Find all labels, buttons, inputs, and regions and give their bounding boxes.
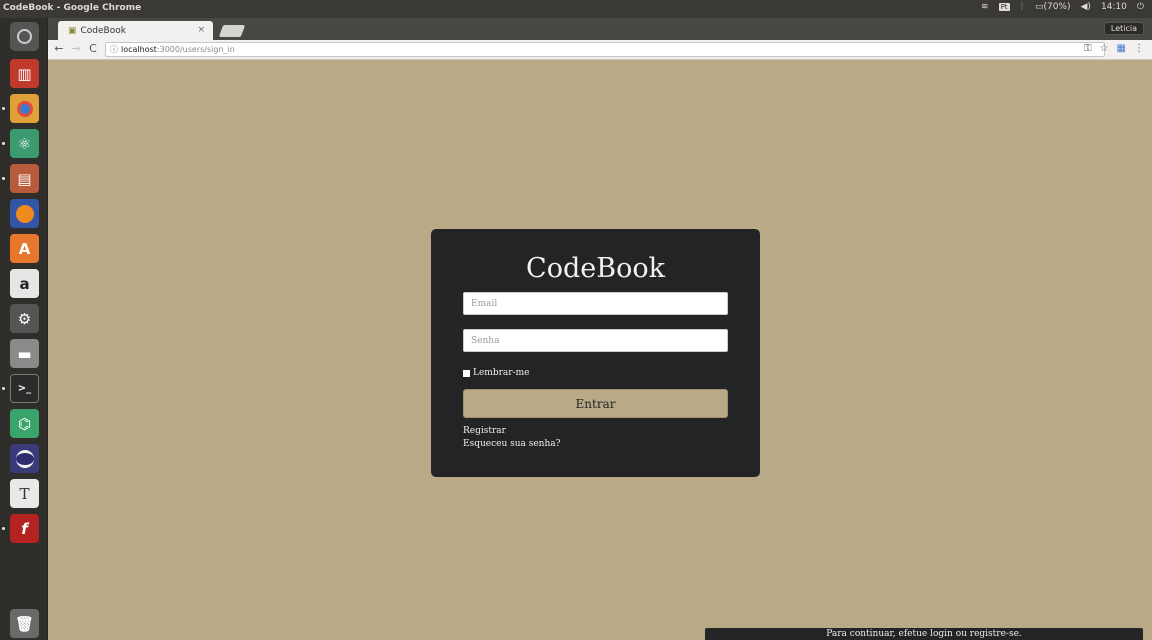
running-indicator [2, 142, 5, 145]
tab-close-icon[interactable]: × [197, 25, 205, 35]
menu-icon[interactable]: ⋮ [1134, 43, 1144, 54]
login-card: CodeBook Lembrar-me Entrar Registrar Esq… [431, 229, 760, 477]
profile-button[interactable]: Leticia [1103, 22, 1144, 35]
wifi-icon[interactable]: ≋ [981, 2, 989, 12]
star-icon[interactable]: ☆ [1100, 43, 1109, 54]
volume-icon[interactable]: ◀) [1081, 2, 1091, 12]
battery-percent: (70%) [1043, 2, 1071, 12]
toolbar-icons: ⚿ ☆ ▦ ⋮ [1084, 43, 1144, 54]
flash-message: Para continuar, efetue login ou registre… [705, 628, 1143, 640]
translate-icon[interactable]: ▦ [1117, 43, 1126, 54]
brand-title: CodeBook [526, 253, 665, 284]
running-indicator [2, 387, 5, 390]
url-host: localhost [121, 45, 157, 54]
drive-icon[interactable]: ▬ [10, 339, 39, 368]
files-icon[interactable]: ▤ [10, 164, 39, 193]
key-icon[interactable]: ⚿ [1084, 43, 1092, 54]
launcher: ▥ ⚛ ▤ A a ⚙ ▬ >_ ⌬ T f 🗑 [0, 18, 48, 640]
top-panel: CodeBook - Google Chrome ≋ Pt ᛒ ▭(70%) ◀… [0, 0, 1152, 18]
running-indicator [2, 107, 5, 110]
chrome-icon[interactable] [10, 94, 39, 123]
flash-icon[interactable]: f [10, 514, 39, 543]
tab-title: CodeBook [80, 25, 126, 36]
forward-arrow-icon[interactable]: → [69, 42, 83, 55]
register-link[interactable]: Registrar [463, 426, 506, 436]
popcorn-icon[interactable]: ▥ [10, 59, 39, 88]
bluetooth-icon[interactable]: ᛒ [1020, 2, 1025, 12]
ubuntu-logo-icon[interactable] [10, 22, 39, 51]
login-button[interactable]: Entrar [463, 389, 728, 418]
window-title: CodeBook - Google Chrome [3, 3, 142, 13]
password-field[interactable] [463, 329, 728, 352]
remember-me[interactable]: Lembrar-me [463, 368, 529, 378]
forgot-password-link[interactable]: Esqueceu sua senha? [463, 439, 560, 449]
settings-icon[interactable]: ⚙ [10, 304, 39, 333]
eclipse-icon[interactable] [10, 444, 39, 473]
battery-indicator[interactable]: ▭(70%) [1035, 2, 1071, 12]
browser-toolbar: ← → C ⓘ localhost:3000/users/sign_in ⚿ ☆… [48, 40, 1152, 60]
text-editor-icon[interactable]: T [10, 479, 39, 508]
remember-checkbox[interactable] [463, 369, 470, 377]
back-arrow-icon[interactable]: ← [52, 42, 66, 55]
running-indicator [2, 177, 5, 180]
tab-strip: ▣ CodeBook × Leticia [48, 18, 1152, 40]
page-content: CodeBook Lembrar-me Entrar Registrar Esq… [48, 60, 1152, 640]
tab-codebook[interactable]: ▣ CodeBook × [58, 21, 213, 40]
new-tab-button[interactable] [218, 25, 246, 37]
indicator-area: ≋ Pt ᛒ ▭(70%) ◀) 14:10 ⏻ [981, 2, 1144, 12]
terminal-icon[interactable]: >_ [10, 374, 39, 403]
clock[interactable]: 14:10 [1101, 2, 1127, 12]
firefox-icon[interactable] [10, 199, 39, 228]
email-field[interactable] [463, 292, 728, 315]
trash-icon[interactable]: 🗑 [10, 609, 39, 638]
url-path: :3000/users/sign_in [156, 45, 235, 54]
page-favicon-icon: ▣ [68, 25, 77, 36]
amazon-icon[interactable]: a [10, 269, 39, 298]
remember-label: Lembrar-me [473, 368, 530, 378]
keyboard-indicator[interactable]: Pt [998, 3, 1010, 11]
atom-icon[interactable]: ⚛ [10, 129, 39, 158]
address-bar[interactable]: ⓘ localhost:3000/users/sign_in [105, 42, 1105, 57]
android-studio-icon[interactable]: ⌬ [10, 409, 39, 438]
power-icon[interactable]: ⏻ [1137, 2, 1144, 12]
software-center-icon[interactable]: A [10, 234, 39, 263]
running-indicator [2, 527, 5, 530]
info-icon[interactable]: ⓘ [110, 44, 118, 55]
reload-icon[interactable]: C [86, 42, 100, 55]
